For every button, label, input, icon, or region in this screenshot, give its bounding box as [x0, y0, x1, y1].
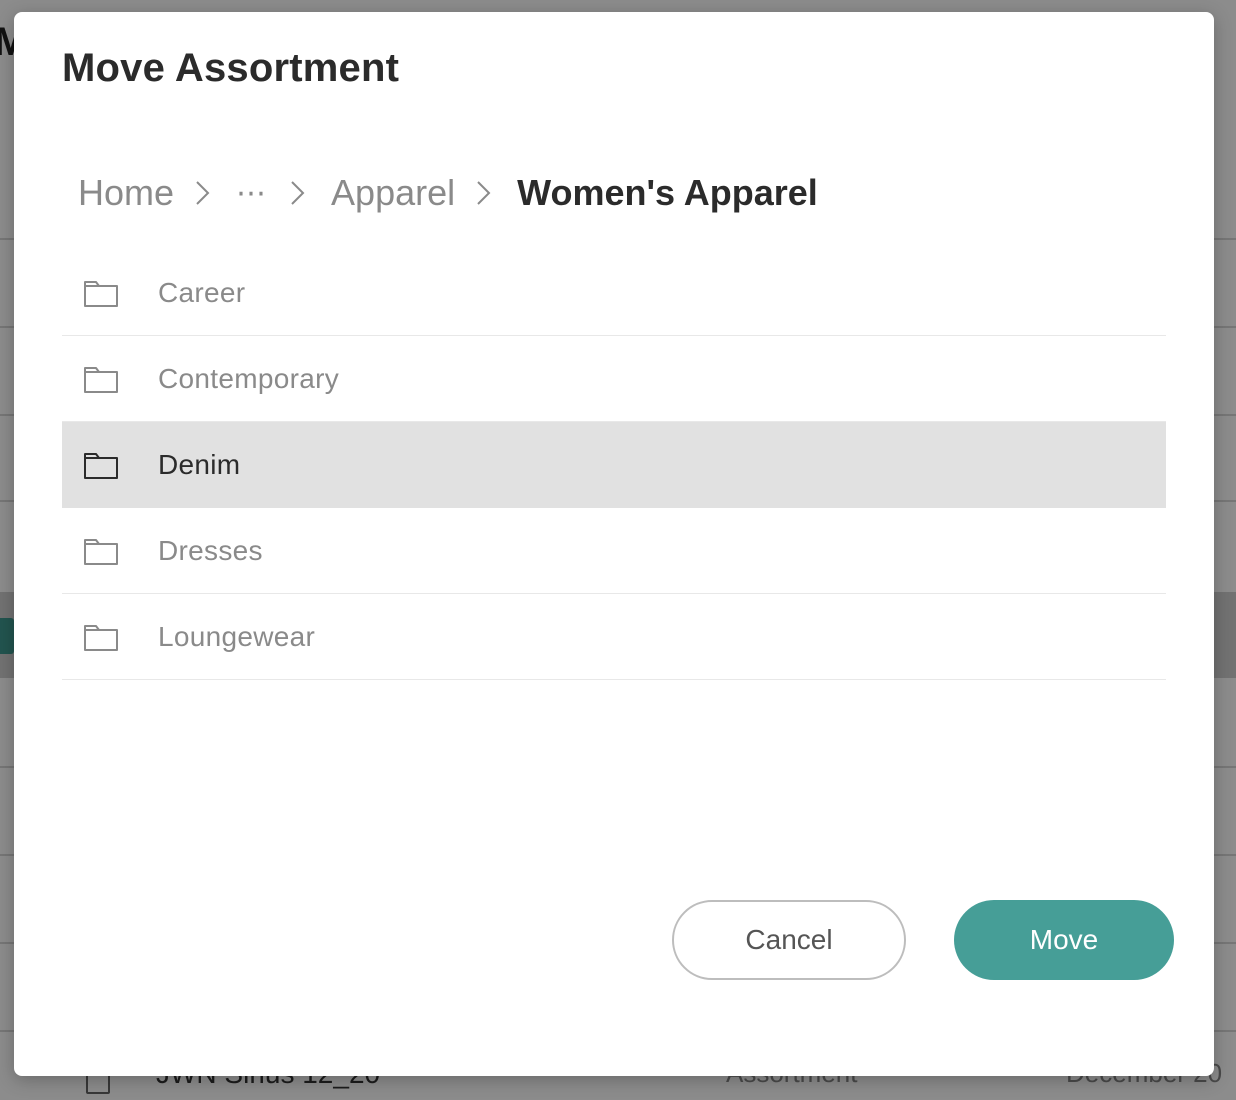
- move-assortment-dialog: Move Assortment Home ⋯ Apparel Women's A…: [14, 12, 1214, 1076]
- folder-label: Denim: [158, 448, 241, 480]
- breadcrumb-item-home[interactable]: Home: [78, 172, 174, 214]
- folder-label: Contemporary: [158, 362, 340, 394]
- chevron-right-icon: [196, 181, 210, 205]
- folder-icon: [84, 280, 118, 307]
- cancel-button[interactable]: Cancel: [672, 900, 906, 980]
- folder-icon: [84, 452, 118, 479]
- folder-row-contemporary[interactable]: Contemporary: [62, 336, 1166, 422]
- folder-row-career[interactable]: Career: [62, 250, 1166, 336]
- breadcrumb-item-ellipsis[interactable]: ⋯: [236, 176, 269, 211]
- folder-label: Loungewear: [158, 620, 316, 652]
- breadcrumb: Home ⋯ Apparel Women's Apparel: [78, 168, 818, 218]
- folder-row-loungewear[interactable]: Loungewear: [62, 594, 1166, 680]
- folder-label: Career: [158, 276, 246, 308]
- move-button[interactable]: Move: [954, 900, 1174, 980]
- chevron-right-icon: [477, 181, 491, 205]
- folder-icon: [84, 366, 118, 393]
- folder-label: Dresses: [158, 534, 263, 566]
- folder-icon: [84, 624, 118, 651]
- dialog-title: Move Assortment: [62, 46, 400, 90]
- folder-icon: [84, 538, 118, 565]
- folder-row-dresses[interactable]: Dresses: [62, 508, 1166, 594]
- breadcrumb-item-apparel[interactable]: Apparel: [331, 172, 455, 214]
- breadcrumb-current: Women's Apparel: [517, 172, 818, 213]
- folder-row-denim[interactable]: Denim: [62, 422, 1166, 508]
- chevron-right-icon: [291, 181, 305, 205]
- folder-list: Career Contemporary Denim Dresses Lounge…: [62, 250, 1166, 680]
